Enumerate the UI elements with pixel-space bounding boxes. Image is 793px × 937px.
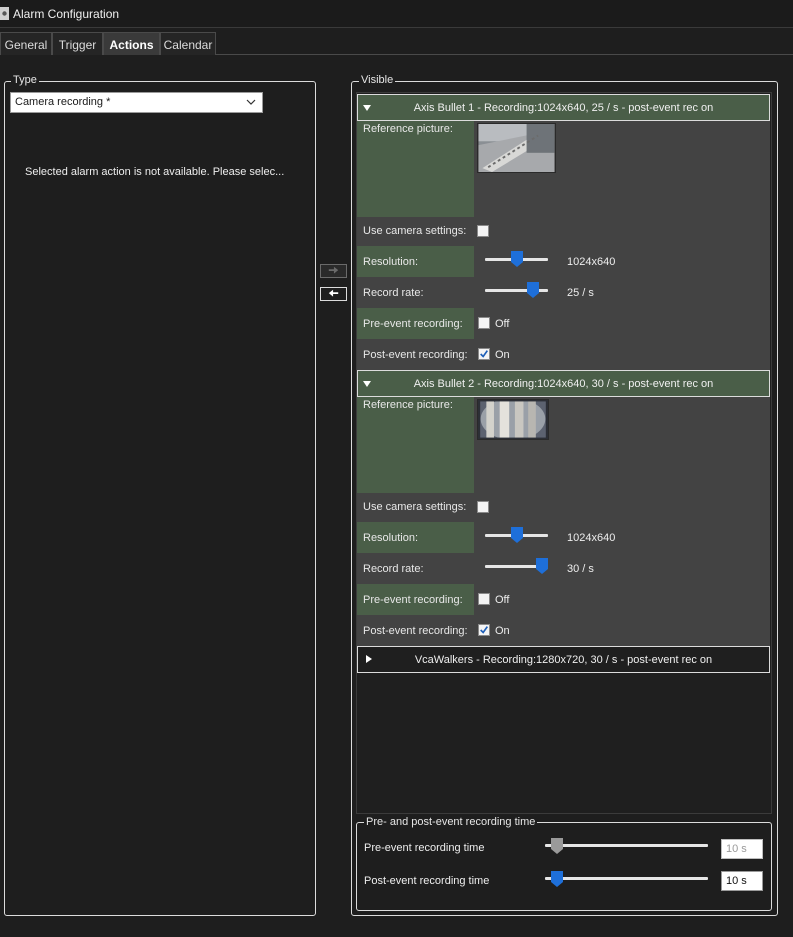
visible-groupbox-title: Visible <box>359 74 396 86</box>
recording-time-title: Pre- and post-event recording time <box>364 816 538 828</box>
camera-1-resolution-value: 1024x640 <box>567 256 616 268</box>
title-bar: Alarm Configuration <box>0 0 793 28</box>
arrow-right-icon <box>328 266 339 274</box>
action-type-select[interactable]: Camera recording * <box>10 92 263 113</box>
camera-2-use-settings-checkbox[interactable] <box>477 501 489 513</box>
camera-2-resolution-label: Resolution: <box>357 522 474 553</box>
camera-1-settings: Reference picture: Use camera settings: … <box>357 121 770 370</box>
camera-1-title: Axis Bullet 1 - Recording:1024x640, 25 /… <box>413 102 714 114</box>
camera-1-post-event-state: On <box>495 349 510 361</box>
camera-1-record-rate-value: 25 / s <box>567 287 594 299</box>
camera-1-pre-event-checkbox[interactable] <box>478 317 490 329</box>
camera-1-record-rate-handle[interactable] <box>526 282 539 298</box>
post-event-time-input[interactable]: 10 s <box>721 871 763 891</box>
camera-2-resolution-handle[interactable] <box>510 527 523 543</box>
move-right-button[interactable] <box>320 264 347 278</box>
camera-1-reference-image[interactable] <box>477 123 556 173</box>
camera-2-record-rate-label: Record rate: <box>363 563 424 575</box>
camera-2-post-event-label: Post-event recording: <box>363 625 468 637</box>
checkmark-icon <box>480 350 489 358</box>
camera-1-pre-event-label: Pre-event recording: <box>357 308 474 339</box>
action-type-value: Camera recording * <box>15 96 111 108</box>
tab-actions[interactable]: Actions <box>103 32 160 55</box>
camera-2-resolution-value: 1024x640 <box>567 532 616 544</box>
camera-1-reference-label: Reference picture: <box>357 121 474 217</box>
camera-1-post-event-label: Post-event recording: <box>363 349 468 361</box>
camera-2-post-event-checkbox[interactable] <box>478 624 490 636</box>
camera-1-post-event-checkbox[interactable] <box>478 348 490 360</box>
window-title: Alarm Configuration <box>13 7 120 21</box>
move-left-button[interactable] <box>320 287 347 301</box>
camera-2-pre-event-state: Off <box>495 594 510 606</box>
camera-2-title: Axis Bullet 2 - Recording:1024x640, 30 /… <box>413 378 714 390</box>
camera-2-record-rate-value: 30 / s <box>567 563 594 575</box>
camera-1-use-settings-label: Use camera settings: <box>363 225 467 237</box>
pre-event-time-label: Pre-event recording time <box>364 842 485 854</box>
post-event-time-handle[interactable] <box>551 871 563 887</box>
checkmark-icon <box>480 626 489 634</box>
pre-event-time-input[interactable]: 10 s <box>721 839 763 859</box>
camera-3-header[interactable]: VcaWalkers - Recording:1280x720, 30 / s … <box>357 646 770 673</box>
camera-3-title: VcaWalkers - Recording:1280x720, 30 / s … <box>414 654 713 666</box>
camera-1-resolution-label: Resolution: <box>357 246 474 277</box>
arrow-left-icon <box>328 289 339 297</box>
pre-event-time-slider[interactable] <box>545 844 708 847</box>
unavailable-message: Selected alarm action is not available. … <box>25 166 285 178</box>
tab-general[interactable]: General <box>0 32 52 55</box>
post-event-time-slider[interactable] <box>545 877 708 880</box>
camera-2-record-rate-handle[interactable] <box>535 558 548 574</box>
camera-2-settings: Reference picture: Use camera settings: … <box>357 397 770 646</box>
camera-2-use-settings-label: Use camera settings: <box>363 501 467 513</box>
type-groupbox <box>4 81 316 916</box>
gear-icon <box>0 7 9 20</box>
camera-1-use-settings-checkbox[interactable] <box>477 225 489 237</box>
camera-2-header[interactable]: Axis Bullet 2 - Recording:1024x640, 30 /… <box>357 370 770 397</box>
pre-event-time-handle[interactable] <box>551 838 563 854</box>
camera-2-pre-event-label: Pre-event recording: <box>357 584 474 615</box>
camera-2-reference-label: Reference picture: <box>357 397 474 493</box>
camera-1-record-rate-label: Record rate: <box>363 287 424 299</box>
post-event-time-label: Post-event recording time <box>364 875 490 887</box>
camera-1-pre-event-state: Off <box>495 318 510 330</box>
tab-trigger[interactable]: Trigger <box>52 32 103 55</box>
camera-2-pre-event-checkbox[interactable] <box>478 593 490 605</box>
camera-2-reference-image[interactable] <box>477 399 549 440</box>
camera-2-post-event-state: On <box>495 625 510 637</box>
type-groupbox-title: Type <box>11 74 39 86</box>
camera-1-resolution-handle[interactable] <box>510 251 523 267</box>
tab-bar: General Trigger Actions Calendar <box>0 32 793 55</box>
chevron-down-icon <box>246 99 256 105</box>
recording-time-groupbox <box>356 822 772 911</box>
tab-calendar[interactable]: Calendar <box>160 32 216 55</box>
camera-1-header[interactable]: Axis Bullet 1 - Recording:1024x640, 25 /… <box>357 94 770 121</box>
